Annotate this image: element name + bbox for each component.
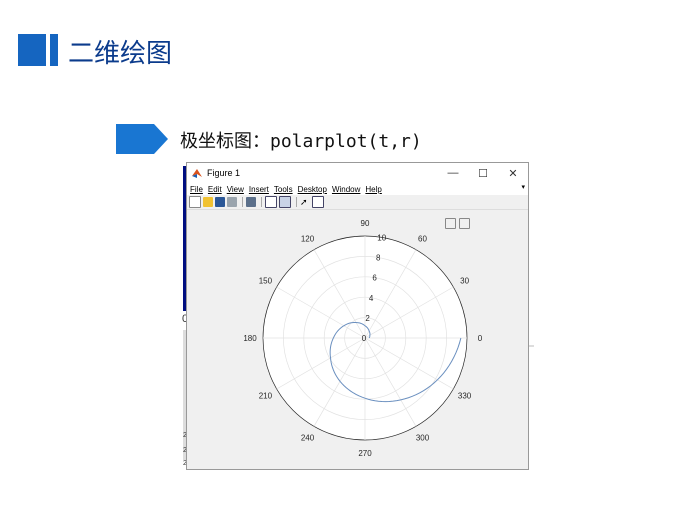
window-title: Figure 1 <box>207 168 241 178</box>
menu-window[interactable]: Window <box>332 185 360 194</box>
menu-insert[interactable]: Insert <box>249 185 269 194</box>
print-icon[interactable] <box>227 197 237 207</box>
theta-tick-label: 270 <box>358 449 372 458</box>
theta-tick-label: 180 <box>243 334 257 343</box>
minimize-button[interactable]: — <box>438 163 468 183</box>
theta-tick-label: 240 <box>301 434 315 443</box>
menu-help[interactable]: Help <box>365 185 381 194</box>
toolbar-separator <box>296 197 297 207</box>
menu-file[interactable]: File <box>190 185 203 194</box>
close-button[interactable]: ✕ <box>498 163 528 183</box>
page-title: 二维绘图 <box>68 39 173 69</box>
menu-overflow-icon[interactable]: ▾ <box>521 183 525 191</box>
theta-tick-label: 300 <box>416 434 430 443</box>
matlab-icon <box>192 169 202 178</box>
figure-toolbar: ➚ <box>187 195 528 210</box>
toolbar-separator <box>261 197 262 207</box>
figure-window[interactable]: Figure 1 — ☐ ✕ File Edit View Insert Too… <box>186 162 529 470</box>
menu-view[interactable]: View <box>227 185 244 194</box>
theta-tick-label: 60 <box>418 234 427 243</box>
theta-tick-label: 330 <box>458 392 472 401</box>
open-icon[interactable] <box>203 197 213 207</box>
theta-tick-label: 120 <box>301 234 315 243</box>
r-tick-label: 4 <box>369 294 374 303</box>
section-arrow-icon <box>116 124 168 154</box>
maximize-button[interactable]: ☐ <box>468 163 498 183</box>
save-icon[interactable] <box>215 197 225 207</box>
theta-tick-label: 210 <box>259 392 273 401</box>
title-accent-block <box>18 34 46 66</box>
r-tick-label: 6 <box>372 274 377 283</box>
r-tick-label: 2 <box>365 314 370 323</box>
menu-bar: File Edit View Insert Tools Desktop Wind… <box>187 183 528 195</box>
pointer-icon[interactable]: ➚ <box>300 197 310 207</box>
r-tick-label: 10 <box>377 234 386 243</box>
window-titlebar[interactable]: Figure 1 — ☐ ✕ <box>187 163 528 183</box>
link-icon[interactable] <box>246 197 256 207</box>
menu-tools[interactable]: Tools <box>274 185 293 194</box>
toolbar-separator <box>242 197 243 207</box>
theta-tick-label: 30 <box>460 277 469 286</box>
polar-plot[interactable]: 0 30 60 90 120 150 180 210 240 270 300 330 0 2 4 6 8 10 <box>187 210 528 469</box>
theta-tick-label: 150 <box>259 277 273 286</box>
new-figure-icon[interactable] <box>189 196 201 208</box>
property-editor-icon[interactable] <box>312 196 324 208</box>
theta-tick-label: 90 <box>361 219 370 228</box>
insert-colorbar-icon[interactable] <box>265 196 277 208</box>
title-accent-bar <box>50 34 58 66</box>
insert-legend-icon[interactable] <box>279 196 291 208</box>
menu-edit[interactable]: Edit <box>208 185 222 194</box>
section-heading: 极坐标图：polarplot(t,r) <box>180 131 422 152</box>
menu-desktop[interactable]: Desktop <box>298 185 327 194</box>
r-tick-label: 0 <box>362 334 367 343</box>
r-tick-label: 8 <box>376 254 381 263</box>
theta-tick-label: 0 <box>478 334 483 343</box>
